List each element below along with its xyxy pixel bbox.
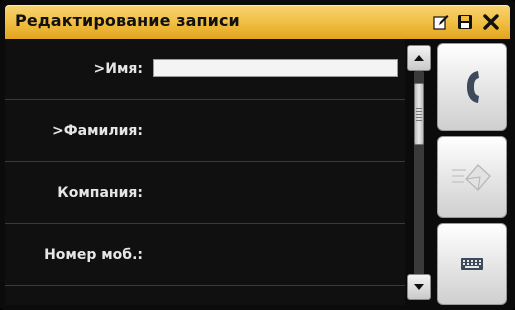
send-message-icon <box>452 164 491 191</box>
vertical-scrollbar[interactable] <box>407 45 431 300</box>
scroll-up-button[interactable] <box>407 45 431 71</box>
first-name-label: >Имя: <box>93 61 143 77</box>
save-icon[interactable] <box>457 14 473 30</box>
first-name-field[interactable] <box>153 59 398 77</box>
scroll-down-button[interactable] <box>407 274 431 300</box>
mobile-number-row[interactable]: Номер моб.: <box>5 225 405 286</box>
last-name-row[interactable]: >Фамилия: <box>5 101 405 162</box>
company-row[interactable]: Компания: <box>5 163 405 224</box>
app-window: Редактирование записи >Имя: >Фамилия: Ко… <box>0 0 515 310</box>
scroll-thumb[interactable] <box>414 83 424 145</box>
close-icon[interactable] <box>483 14 499 30</box>
call-button[interactable] <box>437 43 507 131</box>
edit-icon[interactable] <box>433 14 449 30</box>
phone-call-icon <box>467 71 479 103</box>
arrow-down-icon <box>414 284 424 290</box>
keyboard-icon <box>461 258 483 270</box>
first-name-row: >Имя: <box>5 39 405 100</box>
keyboard-button[interactable] <box>437 223 507 305</box>
form-list: >Имя: >Фамилия: Компания: Номер моб.: <box>5 39 405 305</box>
last-name-label: >Фамилия: <box>52 123 143 139</box>
title-bar: Редактирование записи <box>5 5 510 39</box>
window-title: Редактирование записи <box>15 11 240 30</box>
company-label: Компания: <box>57 185 143 201</box>
arrow-up-icon <box>414 55 424 61</box>
send-message-button[interactable] <box>437 136 507 218</box>
mobile-number-label: Номер моб.: <box>44 247 143 263</box>
